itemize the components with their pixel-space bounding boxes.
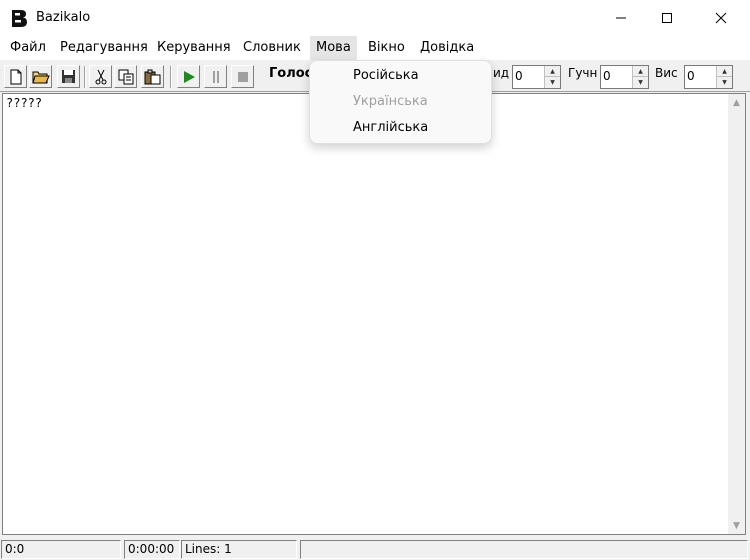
speed-value: 0 — [515, 69, 523, 83]
play-icon — [183, 70, 195, 83]
spin-up-button[interactable]: ▲ — [633, 66, 648, 77]
status-bar: 0:0 0:00:00 Lines: 1 — [0, 538, 750, 560]
spin-down-button[interactable]: ▼ — [545, 77, 560, 88]
status-position: 0:0 — [1, 540, 121, 559]
volume-value: 0 — [603, 69, 611, 83]
speed-label: ид — [493, 66, 510, 80]
maximize-button[interactable] — [644, 0, 690, 36]
chevron-up-icon: ▲ — [722, 67, 727, 75]
volume-label: Гучн — [568, 66, 598, 80]
chevron-up-icon: ▲ — [550, 67, 555, 75]
maximize-icon — [662, 13, 672, 23]
new-file-icon — [10, 69, 21, 84]
menu-language[interactable]: Мова — [310, 36, 357, 60]
chevron-down-icon: ▼ — [722, 79, 727, 86]
menu-help[interactable]: Довідка — [418, 36, 476, 60]
app-icon — [12, 10, 27, 27]
pitch-spinner[interactable]: 0 ▲ ▼ — [684, 65, 733, 89]
volume-spinner[interactable]: 0 ▲ ▼ — [600, 65, 649, 89]
stop-icon — [237, 71, 248, 82]
chevron-down-icon: ▼ — [550, 79, 555, 86]
language-menu-english[interactable]: Англійська — [353, 120, 428, 135]
status-lines: Lines: 1 — [181, 540, 297, 559]
open-folder-icon — [31, 71, 50, 84]
close-icon — [715, 12, 727, 24]
toolbar-separator — [84, 66, 86, 88]
toolbar-separator — [170, 66, 172, 88]
paste-icon — [144, 69, 161, 84]
copy-button[interactable] — [114, 65, 137, 88]
pitch-value: 0 — [687, 69, 695, 83]
save-icon — [62, 70, 75, 83]
menu-edit[interactable]: Редагування — [58, 36, 150, 60]
menu-file[interactable]: Файл — [8, 36, 48, 60]
copy-icon — [118, 69, 133, 84]
menu-control[interactable]: Керування — [155, 36, 233, 60]
language-menu: Російська Українська Англійська — [309, 60, 492, 144]
speed-spinner[interactable]: 0 ▲ ▼ — [512, 65, 561, 89]
language-menu-russian[interactable]: Російська — [353, 68, 419, 83]
chevron-down-icon: ▼ — [638, 79, 643, 86]
scroll-down-button[interactable]: ▼ — [728, 517, 745, 534]
minimize-icon — [616, 17, 626, 19]
chevron-up-icon: ▲ — [733, 97, 740, 108]
vertical-scrollbar[interactable]: ▲ ▼ — [728, 94, 745, 534]
voice-label: Голос — [269, 66, 313, 81]
window-title: Bazikalo — [36, 10, 91, 25]
menu-bar: Файл Редагування Керування Словник Мова … — [0, 36, 750, 60]
pause-button[interactable] — [204, 65, 227, 88]
spin-down-button[interactable]: ▼ — [717, 77, 732, 88]
spin-up-button[interactable]: ▲ — [545, 66, 560, 77]
text-editor[interactable]: ????? ▲ ▼ — [2, 93, 746, 535]
stop-button[interactable] — [231, 65, 254, 88]
spin-up-button[interactable]: ▲ — [717, 66, 732, 77]
chevron-up-icon: ▲ — [638, 67, 643, 75]
pause-icon — [212, 70, 219, 83]
scroll-up-button[interactable]: ▲ — [728, 94, 745, 111]
pitch-label: Вис — [655, 66, 678, 80]
save-button[interactable] — [57, 65, 80, 88]
minimize-button[interactable] — [598, 0, 644, 36]
language-menu-ukrainian: Українська — [353, 94, 428, 109]
cut-icon — [95, 69, 106, 84]
new-file-button[interactable] — [4, 65, 27, 88]
status-time: 0:00:00 — [124, 540, 180, 559]
cut-button[interactable] — [89, 65, 112, 88]
paste-button[interactable] — [141, 65, 164, 88]
spin-down-button[interactable]: ▼ — [633, 77, 648, 88]
play-button[interactable] — [177, 65, 200, 88]
menu-dictionary[interactable]: Словник — [241, 36, 303, 60]
close-button[interactable] — [698, 0, 744, 36]
open-button[interactable] — [29, 65, 52, 88]
menu-window[interactable]: Вікно — [366, 36, 407, 60]
chevron-down-icon: ▼ — [733, 520, 740, 531]
title-bar: Bazikalo — [0, 0, 750, 36]
status-message — [300, 540, 748, 559]
editor-content: ????? — [6, 96, 43, 110]
